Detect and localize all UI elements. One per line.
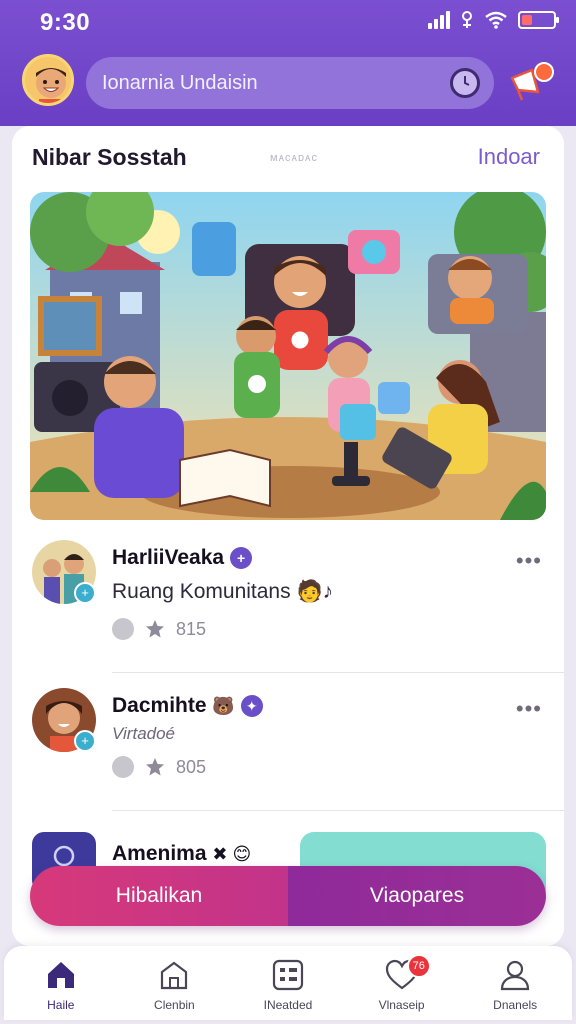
user-avatar[interactable] [22,54,74,106]
nav-label: Dnanels [493,998,538,1012]
signal-icon [428,11,450,29]
nav-label: Clenbin [154,998,195,1012]
verified-icon: ✦ [240,695,263,718]
header-action-link[interactable]: Indoar [478,144,540,170]
profile-icon [501,960,530,991]
post-author[interactable]: HarliiVeaka + [112,546,253,570]
more-options-icon[interactable]: ••• [516,696,542,722]
nav-label: INeatded [263,998,313,1012]
bottom-navigation: Haile Clenbin INeatded 76 Vlnaseip Dnane… [4,946,572,1020]
building-icon [161,961,188,990]
wifi-icon [485,11,507,29]
star-icon[interactable] [144,619,166,639]
divider [112,672,564,673]
nav-label: Haile [47,998,75,1012]
nav-community[interactable]: Clenbin [118,946,232,1020]
megaphone-button[interactable] [508,62,556,104]
post-badges: ✖ 😊 [212,844,252,864]
like-count: 805 [176,756,207,777]
app-header: 9:30 Ionarnia Undaisin [0,0,576,126]
favorites-badge: 76 [406,954,431,978]
segment-toggle: Hibalikan Viaopares [30,866,546,926]
status-time: 9:30 [40,9,91,36]
divider [112,810,564,811]
page-subtitle: ᴍᴀᴄᴀᴅᴀᴄ [270,152,318,164]
tab-right[interactable]: Viaopares [288,866,546,926]
tab-left[interactable]: Hibalikan [30,866,288,926]
home-icon [47,962,74,988]
page-title: Nibar Sosstah [32,144,187,170]
avatar-status-badge: + [74,730,96,752]
nav-label: Vlnaseip [378,998,425,1012]
like-count: 815 [176,618,207,639]
grid-icon [272,959,304,991]
search-icon[interactable] [450,68,480,98]
post-meta: 805 [112,756,206,778]
notification-badge [534,62,554,82]
feed-card: Nibar Sosstah ᴍᴀᴄᴀᴅᴀᴄ Indoar + HarliiVea… [12,126,564,946]
search-input[interactable]: Ionarnia Undaisin [102,72,450,95]
nav-home[interactable]: Haile [4,946,118,1020]
status-bar: 9:30 [0,0,576,46]
post-subtitle: Virtadoé [112,724,176,743]
status-icons [428,10,559,30]
nav-profile[interactable]: Dnanels [458,946,572,1020]
verified-icon: + [230,547,253,570]
more-options-icon[interactable]: ••• [516,548,542,574]
nav-grid[interactable]: INeatded [231,946,345,1020]
community-hero-image[interactable] [30,192,546,520]
star-icon[interactable] [144,757,166,777]
link-icon [462,11,472,28]
reaction-icon[interactable] [112,756,134,778]
bear-emoji-icon: 🐻 [212,696,235,716]
reaction-icon[interactable] [112,618,134,640]
battery-icon [518,11,559,29]
nav-favorites[interactable]: 76 Vlnaseip [345,946,459,1020]
post-meta: 815 [112,618,206,640]
post-author[interactable]: Amenima ✖ 😊 [112,842,251,866]
post-author[interactable]: Dacmihte 🐻 ✦ [112,694,263,718]
search-bar[interactable]: Ionarnia Undaisin [86,57,494,109]
avatar-status-badge: + [74,582,96,604]
post-text: Ruang Komunitans 🧑♪ [112,580,334,603]
